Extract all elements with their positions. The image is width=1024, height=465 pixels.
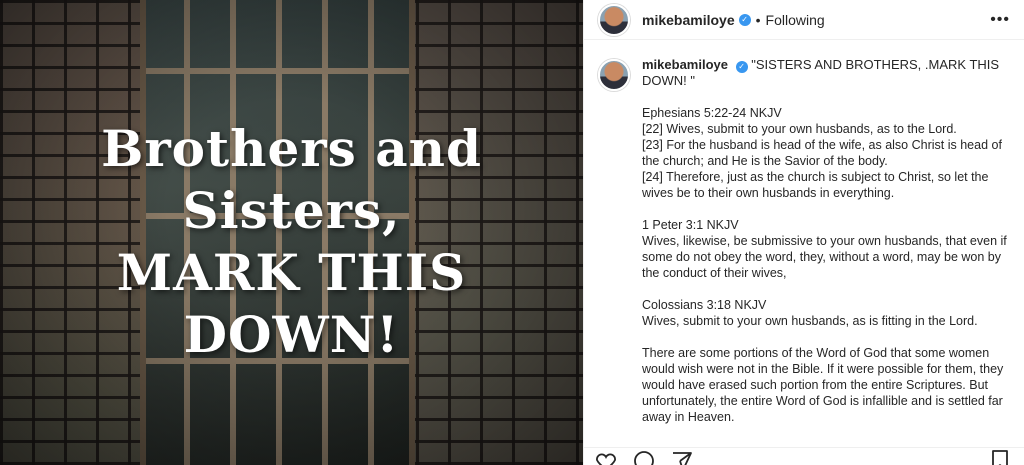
post-side-panel: mikebamiloye ✓ • Following ••• mikebamil… [583,0,1024,465]
verified-icon: ✓ [735,61,748,73]
following-button[interactable]: Following [766,12,825,28]
image-text-line: Brothers and [101,119,482,178]
caption-avatar[interactable] [598,59,630,91]
action-bar [584,447,1024,465]
image-text-line: DOWN! [183,305,400,364]
header-username[interactable]: mikebamiloye [642,12,735,28]
post-image-text: Brothers and Sisters, MARK THIS DOWN! [0,118,583,366]
more-icon[interactable]: ••• [990,11,1010,29]
post-header: mikebamiloye ✓ • Following ••• [584,0,1024,40]
separator-dot: • [755,11,761,28]
caption: mikebamiloye ✓ "SISTERS AND BROTHERS, .M… [598,57,1016,91]
comments-area[interactable]: mikebamiloye ✓ "SISTERS AND BROTHERS, .M… [584,41,1024,447]
heart-icon[interactable] [594,449,618,465]
comment-icon[interactable] [632,449,656,465]
verified-icon: ✓ [738,13,751,26]
post-image[interactable]: Brothers and Sisters, MARK THIS DOWN! [0,0,583,465]
avatar[interactable] [598,3,630,36]
share-icon[interactable] [670,449,694,465]
bookmark-icon[interactable] [990,449,1010,465]
image-text-line: MARK THIS [116,243,467,302]
image-text-line: Sisters, [182,181,401,240]
caption-body: Ephesians 5:22-24 NKJV [22] Wives, submi… [642,106,1007,424]
caption-username[interactable]: mikebamiloye [642,57,728,72]
